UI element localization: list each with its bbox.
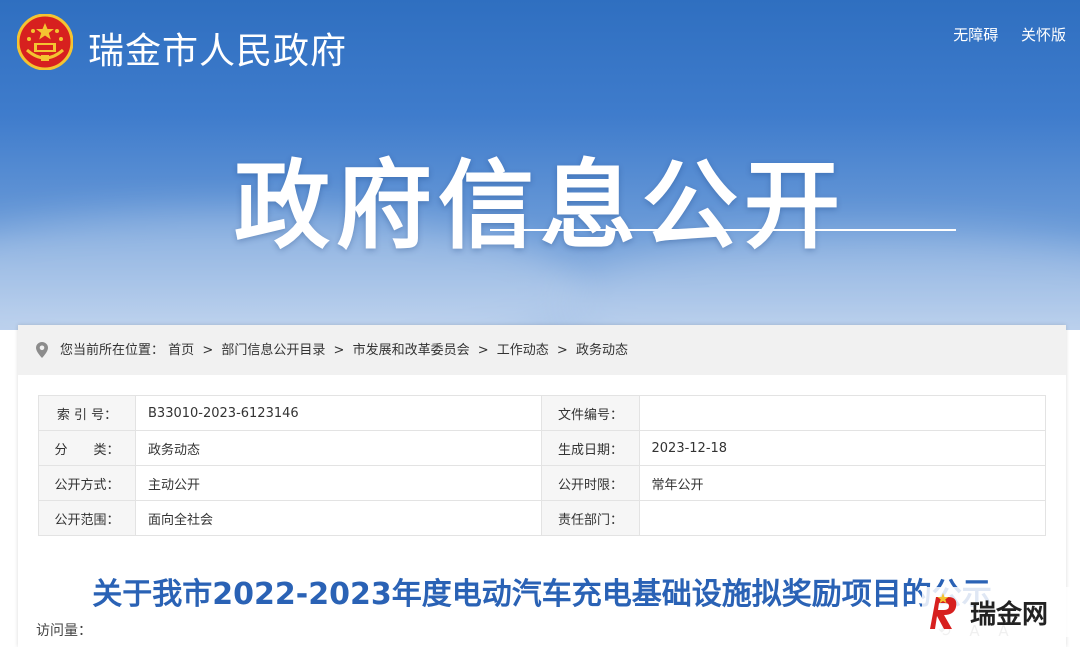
breadcrumb: 您当前所在位置： 首页 > 部门信息公开目录 > 市发展和改革委员会 > 工作动… [18, 325, 1066, 375]
meta-value-disclosure-period: 常年公开 [638, 465, 1046, 501]
table-row: 公开范围： 面向全社会 责任部门： [37, 500, 1046, 536]
meta-label-category: 分 类： [37, 430, 137, 466]
meta-label-disclosure-scope: 公开范围： [37, 500, 137, 536]
breadcrumb-prefix: 您当前所在位置： [60, 343, 165, 358]
watermark-text: 瑞金网 [970, 599, 1049, 630]
meta-value-doc-number [638, 395, 1046, 431]
meta-value-created-date: 2023-12-18 [638, 430, 1046, 466]
accessibility-link[interactable]: 无障碍 [953, 26, 998, 44]
breadcrumb-gov-news[interactable]: 政务动态 [576, 343, 628, 358]
table-row: 分 类： 政务动态 生成日期： 2023-12-18 [37, 430, 1046, 466]
elder-care-mode-link[interactable]: 关怀版 [1021, 26, 1066, 44]
watermark: 瑞金网 [922, 587, 1072, 637]
meta-value-index: B33010-2023-6123146 [135, 395, 543, 431]
banner-title: 政府信息公开 [234, 150, 846, 262]
breadcrumb-separator: > [333, 343, 345, 358]
site-name[interactable]: 瑞金市人民政府 [88, 22, 347, 74]
table-row: 索 引 号： B33010-2023-6123146 文件编号： [37, 395, 1046, 431]
banner-underline [490, 229, 956, 231]
breadcrumb-ndrc[interactable]: 市发展和改革委员会 [353, 343, 470, 358]
meta-label-created-date: 生成日期： [541, 430, 640, 466]
breadcrumb-dept-directory[interactable]: 部门信息公开目录 [221, 343, 325, 358]
meta-label-responsible-dept: 责任部门： [541, 500, 640, 536]
breadcrumb-separator: > [556, 343, 568, 358]
meta-value-category: 政务动态 [135, 430, 543, 466]
meta-label-index: 索 引 号： [37, 395, 137, 431]
table-row: 公开方式： 主动公开 公开时限： 常年公开 [37, 465, 1046, 501]
location-pin-icon [36, 342, 48, 358]
breadcrumb-trail: 您当前所在位置： 首页 > 部门信息公开目录 > 市发展和改革委员会 > 工作动… [60, 325, 628, 377]
breadcrumb-home[interactable]: 首页 [168, 343, 194, 358]
meta-label-disclosure-period: 公开时限： [541, 465, 640, 501]
content-panel: 您当前所在位置： 首页 > 部门信息公开目录 > 市发展和改革委员会 > 工作动… [18, 325, 1066, 647]
meta-label-doc-number: 文件编号： [541, 395, 640, 431]
meta-value-disclosure-scope: 面向全社会 [135, 500, 543, 536]
breadcrumb-separator: > [202, 343, 214, 358]
visit-count-label: 访问量： [36, 623, 92, 639]
breadcrumb-separator: > [477, 343, 489, 358]
article-title: 关于我市2022-2023年度电动汽车充电基础设施拟奖励项目的公示 [92, 577, 992, 609]
header-banner: 瑞金市人民政府 无障碍 关怀版 政府信息公开 [0, 0, 1080, 330]
breadcrumb-work-news[interactable]: 工作动态 [497, 343, 549, 358]
meta-label-disclosure-method: 公开方式： [37, 465, 137, 501]
document-meta-table: 索 引 号： B33010-2023-6123146 文件编号： 分 类： 政务… [37, 395, 1046, 536]
national-emblem-icon [17, 14, 73, 70]
ruijin-logo-icon [930, 593, 957, 629]
meta-value-disclosure-method: 主动公开 [135, 465, 543, 501]
top-links: 无障碍 关怀版 [935, 24, 1066, 45]
meta-value-responsible-dept [638, 500, 1046, 536]
